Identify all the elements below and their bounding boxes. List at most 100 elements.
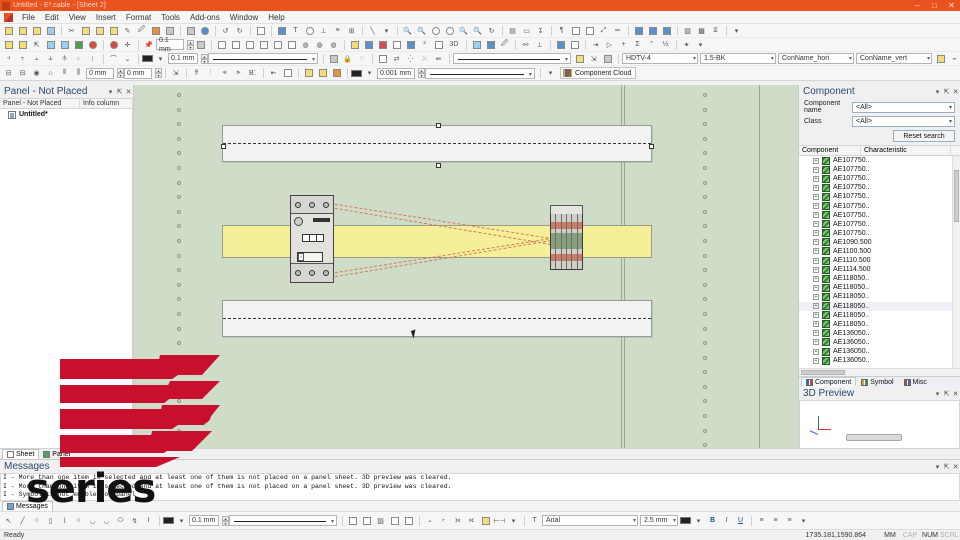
quote-icon[interactable]: ” <box>645 39 658 51</box>
expand-icon[interactable]: + <box>813 312 819 319</box>
cable-icon[interactable] <box>554 39 567 51</box>
layer-hide-icon[interactable]: ◌ <box>355 53 368 65</box>
table-row[interactable]: + AE1110.500 <box>799 256 960 265</box>
zoom-window-icon[interactable] <box>443 25 456 37</box>
panel-rail-icon[interactable]: ⫴ <box>58 67 71 79</box>
line-tool-icon[interactable]: ╲ <box>366 25 379 37</box>
delete-node-icon[interactable] <box>107 39 120 51</box>
panel-export-icon[interactable] <box>281 67 294 79</box>
connect-icon[interactable]: ⤢ <box>597 25 610 37</box>
table-row[interactable]: + AE1100.500 <box>799 247 960 256</box>
draw-line-width-field[interactable]: 0.1 mm <box>189 515 219 526</box>
panel-color1-icon[interactable] <box>302 67 315 79</box>
column-info[interactable]: Info column <box>80 99 133 108</box>
matrix-icon[interactable]: ⁛ <box>404 53 417 65</box>
bring-front-icon[interactable] <box>243 39 256 51</box>
scrollbar-thumb[interactable] <box>954 170 959 222</box>
menu-item-tools[interactable]: Tools <box>156 11 185 24</box>
cable-edit-icon[interactable] <box>568 39 581 51</box>
polyline-icon[interactable]: ⌇ <box>58 515 71 527</box>
arc2-icon[interactable]: ◡ <box>100 515 113 527</box>
draw-grid-icon[interactable] <box>360 515 373 527</box>
panel-align-right-icon[interactable]: ⊟ <box>16 67 29 79</box>
panel-dim-b-field[interactable]: 0 mm <box>124 67 152 79</box>
font-name-combo[interactable]: Arial ▾ <box>542 515 638 526</box>
messages-list[interactable]: I - More than one item is selected and a… <box>0 473 960 501</box>
bundle-icon[interactable]: ⇥ <box>589 39 602 51</box>
terminal-block-component[interactable] <box>550 213 583 270</box>
offset-value-field[interactable]: 0.1 mm <box>156 37 184 53</box>
component-dropdown-icon[interactable]: ▾ <box>933 88 942 96</box>
draw-more-icon[interactable]: ▾ <box>507 515 520 527</box>
component-pin-icon[interactable]: ⇱ <box>942 88 951 96</box>
font-color-swatch[interactable] <box>680 517 691 524</box>
mapping2-icon[interactable]: ⇲ <box>587 53 600 65</box>
table-row[interactable]: + AE107750.. <box>799 211 960 220</box>
expand-icon[interactable]: + <box>813 193 819 200</box>
cut-icon[interactable]: ✂ <box>65 25 78 37</box>
sheet-color2-icon[interactable] <box>362 39 375 51</box>
panel-line-dropdown-icon[interactable]: ▾ <box>363 67 376 79</box>
paragraph-icon[interactable]: ¶ <box>555 25 568 37</box>
view-3d-icon[interactable]: 3D <box>446 39 462 51</box>
panel-duct-icon[interactable]: ⫼ <box>72 67 85 79</box>
table-row[interactable]: + AE107750.. <box>799 174 960 183</box>
save-icon[interactable] <box>44 25 57 37</box>
reroute-icon[interactable]: ⇄ <box>390 53 403 65</box>
grid-icon[interactable] <box>583 25 596 37</box>
tab-panel[interactable]: Panel <box>39 449 74 459</box>
panel-dim-a-field[interactable]: 0 mm <box>86 67 114 79</box>
table-row[interactable]: + AE136050.. <box>799 338 960 347</box>
select-arrow-icon[interactable]: ↖ <box>2 515 15 527</box>
align-right-obj-icon[interactable]: ⫠ <box>30 53 43 65</box>
pattern-icon[interactable]: ⁙ <box>418 53 431 65</box>
half-icon[interactable]: ½ <box>659 39 672 51</box>
align-left-obj-icon[interactable]: ⫞ <box>2 53 15 65</box>
terminal-icon[interactable]: ⊥ <box>533 39 546 51</box>
hatch-icon[interactable]: ▨ <box>681 25 694 37</box>
tab-misc[interactable]: Misc <box>899 377 932 387</box>
align-top-icon[interactable] <box>271 39 284 51</box>
expand-icon[interactable]: + <box>813 166 819 173</box>
dimension-icon[interactable]: ⊥ <box>317 25 330 37</box>
text-box-icon[interactable]: I <box>142 515 155 527</box>
close-button[interactable]: ✕ <box>943 0 960 11</box>
table-row[interactable]: + AE136050.. <box>799 329 960 338</box>
measure-icon[interactable]: ↧ <box>534 25 547 37</box>
send-back-icon[interactable] <box>257 39 270 51</box>
expand-icon[interactable]: + <box>813 175 819 182</box>
zoom-fit-icon[interactable] <box>429 25 442 37</box>
conname-vert-combo[interactable]: ConName_vert ▾ <box>856 53 932 64</box>
expand-icon[interactable]: + <box>813 266 819 273</box>
draw-trim-icon[interactable]: ⟕ <box>451 515 464 527</box>
ungroup-icon[interactable] <box>229 39 242 51</box>
paste-special-icon[interactable] <box>107 25 120 37</box>
swatch-icon[interactable] <box>194 39 207 51</box>
draw-fill-icon[interactable] <box>388 515 401 527</box>
expand-icon[interactable]: + <box>813 293 819 300</box>
hatch2-icon[interactable]: ▩ <box>695 25 708 37</box>
tab-component[interactable]: Component <box>801 377 857 387</box>
minimize-button[interactable]: – <box>909 0 926 11</box>
table-row[interactable]: + AE118050.. <box>799 311 960 320</box>
panel-dim-b-spinner[interactable]: ▴ ▾ <box>155 68 162 78</box>
font-size-combo[interactable]: 2.5 mm ▾ <box>640 515 678 526</box>
align-right-button[interactable]: ≡ <box>783 515 796 527</box>
component-name-combo[interactable]: <All> ▾ <box>852 101 955 113</box>
split-view-icon[interactable] <box>646 25 659 37</box>
draw-node-del-icon[interactable]: ⟔ <box>437 515 450 527</box>
overflow-icon[interactable]: ▾ <box>730 25 743 37</box>
conname-hori-combo[interactable]: ConName_hori ▾ <box>778 53 854 64</box>
panel-pin-icon[interactable]: ⇱ <box>115 88 124 96</box>
con-apply-icon[interactable] <box>934 53 947 65</box>
align-more-icon[interactable]: ▾ <box>797 515 810 527</box>
add-node-icon[interactable] <box>86 39 99 51</box>
misc-icon[interactable]: ✦ <box>680 39 693 51</box>
panel-dropdown-icon[interactable]: ▾ <box>106 88 115 96</box>
panel-mount-icon[interactable]: ⌂ <box>44 67 57 79</box>
menu-item-insert[interactable]: Insert <box>91 11 121 24</box>
con-clear-icon[interactable]: ⌁ <box>948 53 960 65</box>
overflow2-icon[interactable]: ▾ <box>694 39 707 51</box>
text-tool-icon[interactable]: T <box>289 25 302 37</box>
preview3d-dropdown-icon[interactable]: ▾ <box>933 390 942 398</box>
